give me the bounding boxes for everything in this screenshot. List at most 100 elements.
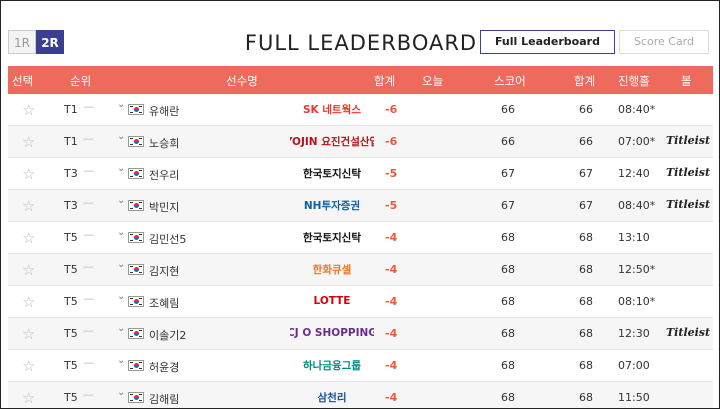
chevron-down-icon[interactable]: ⌄ xyxy=(117,131,125,142)
progress-time: 08:10* xyxy=(618,295,656,308)
player-name[interactable]: 전우리 xyxy=(149,167,179,183)
round-score: 68 xyxy=(501,295,515,308)
progress-time: 12:30 xyxy=(618,327,650,340)
player-name[interactable]: 이솔기2 xyxy=(149,327,186,343)
total-score: -5 xyxy=(385,199,398,212)
header-total: 합계 xyxy=(374,74,396,88)
rank-cell: T1 xyxy=(64,103,78,116)
table-row[interactable]: ☆ T5 — ⌄ 이솔기2 CJ O SHOPPING -4 68 68 12:… xyxy=(8,318,713,350)
total-strokes: 68 xyxy=(579,231,593,244)
rank-cell: T3 xyxy=(64,199,78,212)
table-row[interactable]: ☆ T5 — ⌄ 허윤경 하나금융그룹 -4 68 68 07:00 xyxy=(8,350,713,382)
total-score: -6 xyxy=(385,135,398,148)
rank-change-icon: — xyxy=(83,324,94,337)
star-outline-icon[interactable]: ☆ xyxy=(22,325,35,343)
progress-time: 07:00 xyxy=(618,359,650,372)
rank-cell: T5 xyxy=(64,391,78,404)
sponsor-logo: 하나금융그룹 xyxy=(303,359,361,372)
progress-time: 13:10 xyxy=(618,231,650,244)
total-score: -4 xyxy=(385,231,398,244)
total-score: -4 xyxy=(385,327,398,340)
header-select: 선택 xyxy=(12,74,34,88)
ball-brand-logo: Titleist xyxy=(666,166,711,179)
star-outline-icon[interactable]: ☆ xyxy=(22,165,35,183)
progress-time: 11:50 xyxy=(618,391,650,404)
korea-flag-icon xyxy=(128,232,144,243)
sponsor-logo: SK 네트웍스 xyxy=(303,103,361,116)
total-score: -4 xyxy=(385,263,398,276)
table-row[interactable]: ☆ T5 — ⌄ 김해림 삼천리 -4 68 68 11:50 xyxy=(8,382,713,408)
table-row[interactable]: ☆ T3 — ⌄ 전우리 한국토지신탁 -5 67 67 12:40 Title… xyxy=(8,158,713,190)
sponsor-logo: CJ O SHOPPING xyxy=(290,327,374,339)
rank-change-icon: — xyxy=(83,196,94,209)
player-name[interactable]: 유해란 xyxy=(149,103,179,119)
player-name[interactable]: 김지현 xyxy=(149,263,179,279)
rank-cell: T5 xyxy=(64,295,78,308)
chevron-down-icon[interactable]: ⌄ xyxy=(117,291,125,302)
score-card-button[interactable]: Score Card xyxy=(618,30,709,54)
table-row[interactable]: ☆ T3 — ⌄ 박민지 NH투자증권 -5 67 67 08:40* Titl… xyxy=(8,190,713,222)
chevron-down-icon[interactable]: ⌄ xyxy=(117,99,125,110)
header-today: 오늘 xyxy=(422,74,444,88)
star-outline-icon[interactable]: ☆ xyxy=(22,293,35,311)
player-name[interactable]: 허윤경 xyxy=(149,359,179,375)
total-strokes: 67 xyxy=(579,199,593,212)
chevron-down-icon[interactable]: ⌄ xyxy=(117,387,125,398)
rank-change-icon: — xyxy=(83,356,94,369)
rank-change-icon: — xyxy=(83,132,94,145)
round-score: 68 xyxy=(501,359,515,372)
table-row[interactable]: ☆ T1 — ⌄ 유해란 SK 네트웍스 -6 66 66 08:40* xyxy=(8,94,713,126)
progress-time: 07:00* xyxy=(618,135,656,148)
star-outline-icon[interactable]: ☆ xyxy=(22,101,35,119)
chevron-down-icon[interactable]: ⌄ xyxy=(117,323,125,334)
star-outline-icon[interactable]: ☆ xyxy=(22,389,35,407)
sponsor-logo: LOTTE xyxy=(313,295,351,307)
table-row[interactable]: ☆ T5 — ⌄ 김민선5 한국토지신탁 -4 68 68 13:10 xyxy=(8,222,713,254)
sponsor-logo: NH투자증권 xyxy=(303,199,361,212)
total-strokes: 68 xyxy=(579,391,593,404)
rank-change-icon: — xyxy=(83,260,94,273)
chevron-down-icon[interactable]: ⌄ xyxy=(117,163,125,174)
korea-flag-icon xyxy=(128,360,144,371)
total-strokes: 68 xyxy=(579,263,593,276)
ball-brand-logo: Titleist xyxy=(666,326,711,339)
progress-time: 12:40 xyxy=(618,167,650,180)
total-strokes: 66 xyxy=(579,135,593,148)
star-outline-icon[interactable]: ☆ xyxy=(22,261,35,279)
star-outline-icon[interactable]: ☆ xyxy=(22,197,35,215)
round-score: 68 xyxy=(501,231,515,244)
player-name[interactable]: 김민선5 xyxy=(149,231,186,247)
total-strokes: 66 xyxy=(579,103,593,116)
rank-cell: T5 xyxy=(64,327,78,340)
player-name[interactable]: 노승희 xyxy=(149,135,179,151)
progress-time: 12:50* xyxy=(618,263,656,276)
star-outline-icon[interactable]: ☆ xyxy=(22,357,35,375)
rank-cell: T5 xyxy=(64,263,78,276)
player-name[interactable]: 박민지 xyxy=(149,199,179,215)
player-name[interactable]: 김해림 xyxy=(149,391,179,407)
header-total-2: 합계 xyxy=(574,74,596,88)
total-strokes: 67 xyxy=(579,167,593,180)
full-leaderboard-button[interactable]: Full Leaderboard xyxy=(479,30,615,54)
chevron-down-icon[interactable]: ⌄ xyxy=(117,259,125,270)
korea-flag-icon xyxy=(128,200,144,211)
rank-change-icon: — xyxy=(83,388,94,401)
rank-cell: T5 xyxy=(64,359,78,372)
sponsor-logo: 한화큐셀 xyxy=(312,263,352,276)
star-outline-icon[interactable]: ☆ xyxy=(22,229,35,247)
player-name[interactable]: 조혜림 xyxy=(149,295,179,311)
round-score: 67 xyxy=(501,167,515,180)
korea-flag-icon xyxy=(128,392,144,403)
header-ball: 볼 xyxy=(681,74,692,88)
star-outline-icon[interactable]: ☆ xyxy=(22,133,35,151)
chevron-down-icon[interactable]: ⌄ xyxy=(117,227,125,238)
rank-cell: T3 xyxy=(64,167,78,180)
round-score: 66 xyxy=(501,135,515,148)
korea-flag-icon xyxy=(128,136,144,147)
table-row[interactable]: ☆ T1 — ⌄ 노승희 YOJIN 요진건설산업 -6 66 66 07:00… xyxy=(8,126,713,158)
chevron-down-icon[interactable]: ⌄ xyxy=(117,195,125,206)
rank-change-icon: — xyxy=(83,292,94,305)
chevron-down-icon[interactable]: ⌄ xyxy=(117,355,125,366)
table-row[interactable]: ☆ T5 — ⌄ 조혜림 LOTTE -4 68 68 08:10* xyxy=(8,286,713,318)
table-row[interactable]: ☆ T5 — ⌄ 김지현 한화큐셀 -4 68 68 12:50* xyxy=(8,254,713,286)
